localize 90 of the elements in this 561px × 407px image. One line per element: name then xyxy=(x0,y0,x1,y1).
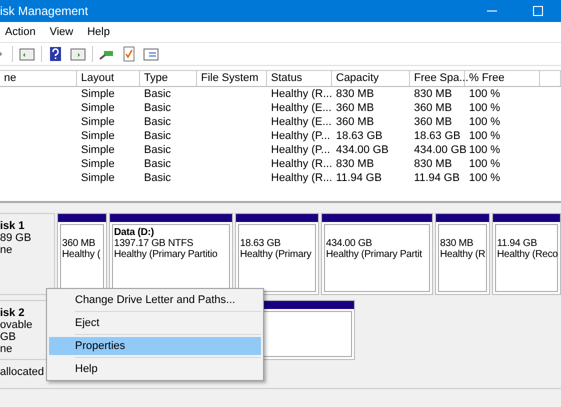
list-icon[interactable] xyxy=(143,46,159,62)
table-cell-text: 830 MB xyxy=(335,157,375,171)
panel-icon[interactable] xyxy=(70,46,86,62)
column-header[interactable]: Free Spa... xyxy=(410,71,465,86)
table-cell-text: 360 MB xyxy=(413,115,453,129)
legend-label: allocated xyxy=(0,366,44,378)
column-header[interactable]: % Free xyxy=(465,71,540,86)
column-header[interactable]: Layout xyxy=(77,71,140,86)
partition-size: 830 MB xyxy=(440,238,474,249)
partition-name: Data (D:) xyxy=(114,227,155,238)
column-header[interactable]: File System xyxy=(197,71,267,86)
partition-status: Healthy (Reco xyxy=(497,249,556,260)
table-cell-text: Healthy (R... xyxy=(270,171,332,185)
table-cell-text: 360 MB xyxy=(335,115,375,129)
table-cell-text: Basic xyxy=(143,101,172,115)
column-header[interactable]: ne xyxy=(0,71,77,86)
table-cell-text: 434.00 GB xyxy=(335,143,390,157)
disk-name: isk 2 xyxy=(0,307,26,319)
table-cell-text: 100 % xyxy=(468,115,502,129)
partition-block[interactable]: 18.63 GB Healthy (Primary xyxy=(235,213,319,295)
partition-size: 434.00 GB xyxy=(326,238,374,249)
table-cell-text: Basic xyxy=(143,115,172,129)
table-cell-text: Simple xyxy=(80,129,116,143)
disk-label-panel[interactable]: isk 1 89 GB ne xyxy=(0,213,55,295)
table-cell-text: Healthy (R... xyxy=(270,87,332,101)
table-cell-text: 11.94 GB xyxy=(413,171,461,185)
table-cell-text: Healthy (E... xyxy=(270,115,332,129)
table-cell-text: 830 MB xyxy=(413,87,453,101)
table-cell-text: Simple xyxy=(80,143,116,157)
table-cell-text: 830 MB xyxy=(413,157,453,171)
checklist-icon[interactable] xyxy=(121,46,137,62)
table-cell-text: 100 % xyxy=(468,157,502,171)
menu-item[interactable]: Help xyxy=(87,26,110,38)
help-icon[interactable] xyxy=(48,46,64,62)
table-cell-text: Simple xyxy=(80,115,116,129)
partition-size: 18.63 GB xyxy=(240,238,282,249)
disk-info: ovable xyxy=(0,319,34,331)
partition-size: 1397.17 GB NTFS xyxy=(114,238,194,249)
menu-item[interactable]: Properties xyxy=(49,337,261,355)
table-cell-text: Basic xyxy=(143,171,172,185)
table-cell-text: 18.63 GB xyxy=(413,129,462,143)
disk-info: 89 GB xyxy=(0,232,32,244)
table-cell-text: Basic xyxy=(143,157,172,171)
partition-status: Healthy (Primary Partit xyxy=(326,249,424,260)
partition-status: Healthy ( xyxy=(62,249,102,260)
table-cell-text: 360 MB xyxy=(413,101,453,115)
partition-header-bar xyxy=(58,214,106,222)
table-cell-text: Basic xyxy=(143,87,172,101)
table-cell-text: 18.63 GB xyxy=(335,129,384,143)
table-cell-text: Simple xyxy=(80,171,116,185)
disk-info: ne xyxy=(0,244,14,256)
menu-item[interactable]: Help xyxy=(49,360,261,378)
window-title: isk Management xyxy=(0,4,90,18)
partition-block[interactable]: 830 MB Healthy (R xyxy=(435,213,490,295)
panel-icon[interactable] xyxy=(19,46,35,62)
table-cell-text: 100 % xyxy=(468,101,502,115)
table-cell-text: Basic xyxy=(143,143,172,157)
table-cell-text: Simple xyxy=(80,87,116,101)
partition-status: Healthy (R xyxy=(440,249,485,260)
table-cell-text: 100 % xyxy=(468,87,502,101)
partition-block[interactable]: 434.00 GB Healthy (Primary Partit xyxy=(321,213,433,295)
partition-header-bar xyxy=(493,214,560,222)
partition-status: Healthy (Primary xyxy=(240,249,312,260)
partition-block[interactable]: 11.94 GB Healthy (Reco xyxy=(492,213,561,295)
column-header[interactable]: Type xyxy=(140,71,197,86)
disk-name: isk 1 xyxy=(0,220,26,232)
partition-size: 360 MB xyxy=(62,238,96,249)
table-cell-text: Healthy (P... xyxy=(270,143,332,157)
table-cell-text: Simple xyxy=(80,101,116,115)
disk-info: ne xyxy=(0,343,14,355)
table-cell-text: 100 % xyxy=(468,171,502,185)
table-cell-text: Basic xyxy=(143,129,172,143)
column-header[interactable]: Capacity xyxy=(332,71,410,86)
column-header[interactable]: Status xyxy=(267,71,332,86)
menu-item[interactable]: View xyxy=(50,26,74,38)
partition-header-bar xyxy=(436,214,489,222)
disk-info: GB xyxy=(0,331,17,343)
table-cell-text: Healthy (P... xyxy=(270,129,332,143)
partition-size: 11.94 GB xyxy=(497,238,538,249)
table-cell-text: 11.94 GB xyxy=(335,171,383,185)
table-cell-text: Simple xyxy=(80,157,116,171)
table-cell-text: 830 MB xyxy=(335,87,375,101)
table-cell-text: 434.00 GB xyxy=(413,143,465,157)
table-cell-text: 100 % xyxy=(468,129,502,143)
table-cell-text: Healthy (E... xyxy=(270,101,332,115)
table-cell-text: Healthy (R... xyxy=(270,157,332,171)
menu-item[interactable]: Action xyxy=(5,26,36,38)
partition-status: Healthy (Primary Partitio xyxy=(114,249,218,260)
table-cell-text: 100 % xyxy=(468,143,502,157)
table-cell-text: 360 MB xyxy=(335,101,375,115)
